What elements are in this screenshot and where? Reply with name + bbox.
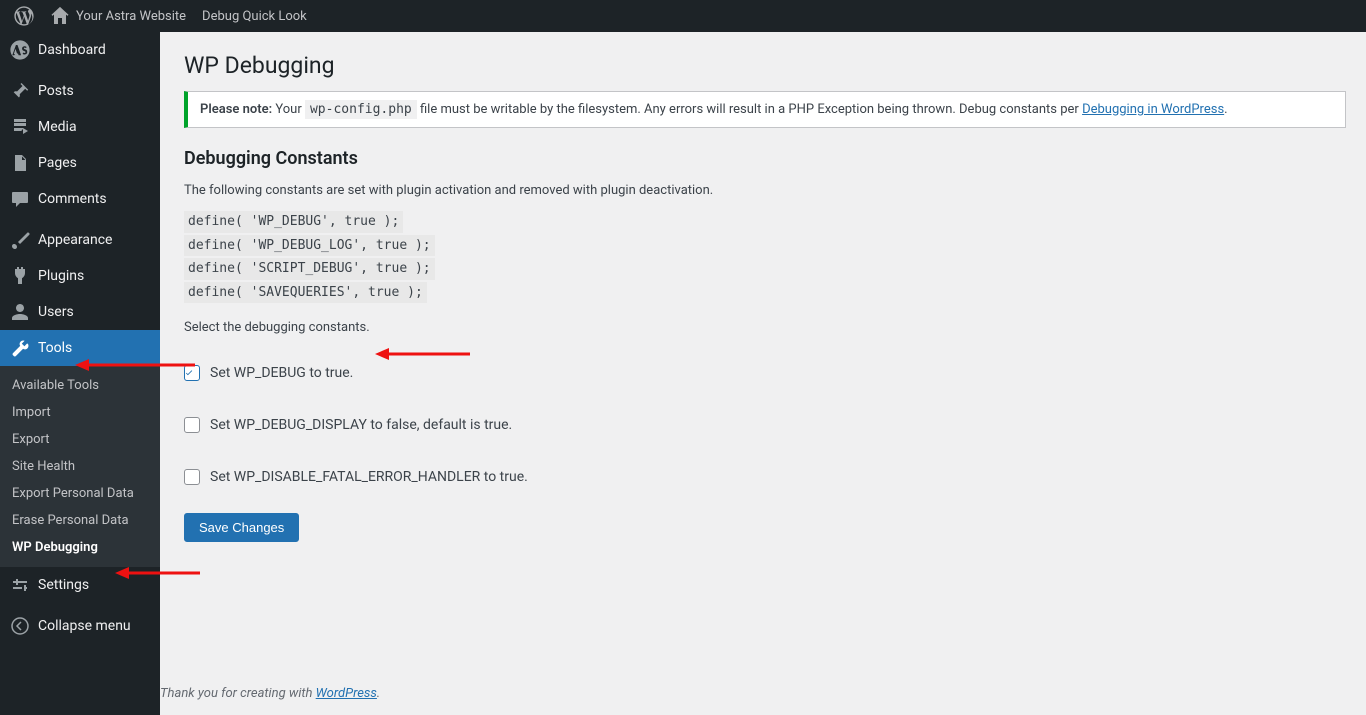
- checkbox-label-disable-fatal: Set WP_DISABLE_FATAL_ERROR_HANDLER to tr…: [210, 469, 528, 485]
- sidebar-label-pages: Pages: [38, 155, 152, 171]
- sidebar-label-collapse: Collapse menu: [38, 618, 152, 634]
- notice-strong: Please note:: [200, 102, 272, 117]
- submenu-site-health[interactable]: Site Health: [0, 453, 160, 480]
- tools-submenu: Available Tools Import Export Site Healt…: [0, 366, 160, 567]
- notice-link[interactable]: Debugging in WordPress: [1082, 102, 1224, 117]
- comments-icon: [10, 189, 30, 209]
- sidebar-item-dashboard[interactable]: Dashboard: [0, 32, 160, 68]
- adminbar-site-name: Your Astra Website: [76, 9, 186, 24]
- submenu-wp-debugging[interactable]: WP Debugging: [0, 534, 160, 561]
- submenu-export[interactable]: Export: [0, 426, 160, 453]
- code-line: define( 'SAVEQUERIES', true );: [184, 282, 427, 304]
- checkbox-row-disable-fatal: Set WP_DISABLE_FATAL_ERROR_HANDLER to tr…: [184, 451, 1346, 503]
- checkbox-wp-debug[interactable]: [184, 365, 200, 381]
- page-title: WP Debugging: [184, 32, 1346, 91]
- sidebar-item-users[interactable]: Users: [0, 294, 160, 330]
- constants-code-block: define( 'WP_DEBUG', true ); define( 'WP_…: [184, 210, 1346, 304]
- brush-icon: [10, 230, 30, 250]
- sidebar-label-settings: Settings: [38, 577, 152, 593]
- adminbar-debug-quick-look[interactable]: Debug Quick Look: [194, 0, 315, 32]
- plugin-icon: [10, 266, 30, 286]
- adminbar-site-link[interactable]: Your Astra Website: [42, 0, 194, 32]
- select-prompt: Select the debugging constants.: [184, 320, 1346, 335]
- checkbox-row-wp-debug-display: Set WP_DEBUG_DISPLAY to false, default i…: [184, 399, 1346, 451]
- submenu-available-tools[interactable]: Available Tools: [0, 372, 160, 399]
- home-icon: [50, 6, 70, 26]
- footer-wordpress-link[interactable]: WordPress: [316, 686, 377, 701]
- sidebar-item-posts[interactable]: Posts: [0, 73, 160, 109]
- submenu-erase-personal-data[interactable]: Erase Personal Data: [0, 507, 160, 534]
- section-intro: The following constants are set with plu…: [184, 183, 1346, 198]
- save-changes-button[interactable]: Save Changes: [184, 513, 299, 542]
- user-icon: [10, 302, 30, 322]
- sidebar-label-dashboard: Dashboard: [38, 42, 152, 58]
- footer-thanks: Thank you for creating with WordPress.: [160, 672, 380, 715]
- notice-text-1: Your: [272, 102, 305, 117]
- admin-notice: Please note: Your wp-config.php file mus…: [184, 91, 1346, 128]
- sidebar-item-comments[interactable]: Comments: [0, 181, 160, 217]
- sidebar-item-tools[interactable]: Tools: [0, 330, 160, 366]
- footer-suffix: .: [377, 686, 380, 701]
- sidebar-label-media: Media: [38, 119, 152, 135]
- sidebar-item-pages[interactable]: Pages: [0, 145, 160, 181]
- settings-icon: [10, 575, 30, 595]
- section-heading: Debugging Constants: [184, 148, 1346, 169]
- page-icon: [10, 153, 30, 173]
- adminbar-debug-label: Debug Quick Look: [202, 9, 307, 24]
- dashboard-icon: [10, 40, 30, 60]
- checkbox-wp-debug-display[interactable]: [184, 417, 200, 433]
- checkbox-row-wp-debug: Set WP_DEBUG to true.: [184, 347, 1346, 399]
- sidebar-label-users: Users: [38, 304, 152, 320]
- checkbox-label-wp-debug-display: Set WP_DEBUG_DISPLAY to false, default i…: [210, 417, 512, 433]
- sidebar-item-plugins[interactable]: Plugins: [0, 258, 160, 294]
- notice-text-3: .: [1224, 102, 1227, 117]
- sidebar-item-media[interactable]: Media: [0, 109, 160, 145]
- admin-sidebar: Dashboard Posts Media Pages Comments App…: [0, 32, 160, 715]
- submenu-export-personal-data[interactable]: Export Personal Data: [0, 480, 160, 507]
- sidebar-label-posts: Posts: [38, 83, 152, 99]
- sidebar-label-comments: Comments: [38, 191, 152, 207]
- check-icon: [185, 366, 193, 380]
- code-line: define( 'WP_DEBUG', true );: [184, 211, 403, 233]
- wrench-icon: [10, 338, 30, 358]
- sidebar-item-appearance[interactable]: Appearance: [0, 222, 160, 258]
- notice-text-2: file must be writable by the filesystem.…: [417, 102, 1082, 117]
- pin-icon: [10, 81, 30, 101]
- wordpress-icon: [14, 6, 34, 26]
- sidebar-collapse-menu[interactable]: Collapse menu: [0, 608, 160, 644]
- admin-bar: Your Astra Website Debug Quick Look: [0, 0, 1366, 32]
- sidebar-label-plugins: Plugins: [38, 268, 152, 284]
- main-content: WP Debugging Please note: Your wp-config…: [160, 32, 1366, 715]
- sidebar-label-tools: Tools: [38, 340, 152, 356]
- checkbox-label-wp-debug: Set WP_DEBUG to true.: [210, 365, 353, 381]
- submenu-import[interactable]: Import: [0, 399, 160, 426]
- sidebar-item-settings[interactable]: Settings: [0, 567, 160, 603]
- media-icon: [10, 117, 30, 137]
- footer-prefix: Thank you for creating with: [160, 686, 316, 701]
- code-line: define( 'WP_DEBUG_LOG', true );: [184, 235, 435, 257]
- code-line: define( 'SCRIPT_DEBUG', true );: [184, 258, 435, 280]
- checkbox-disable-fatal[interactable]: [184, 469, 200, 485]
- collapse-icon: [10, 616, 30, 636]
- notice-code: wp-config.php: [305, 100, 417, 119]
- wp-logo[interactable]: [6, 0, 42, 32]
- sidebar-label-appearance: Appearance: [38, 232, 152, 248]
